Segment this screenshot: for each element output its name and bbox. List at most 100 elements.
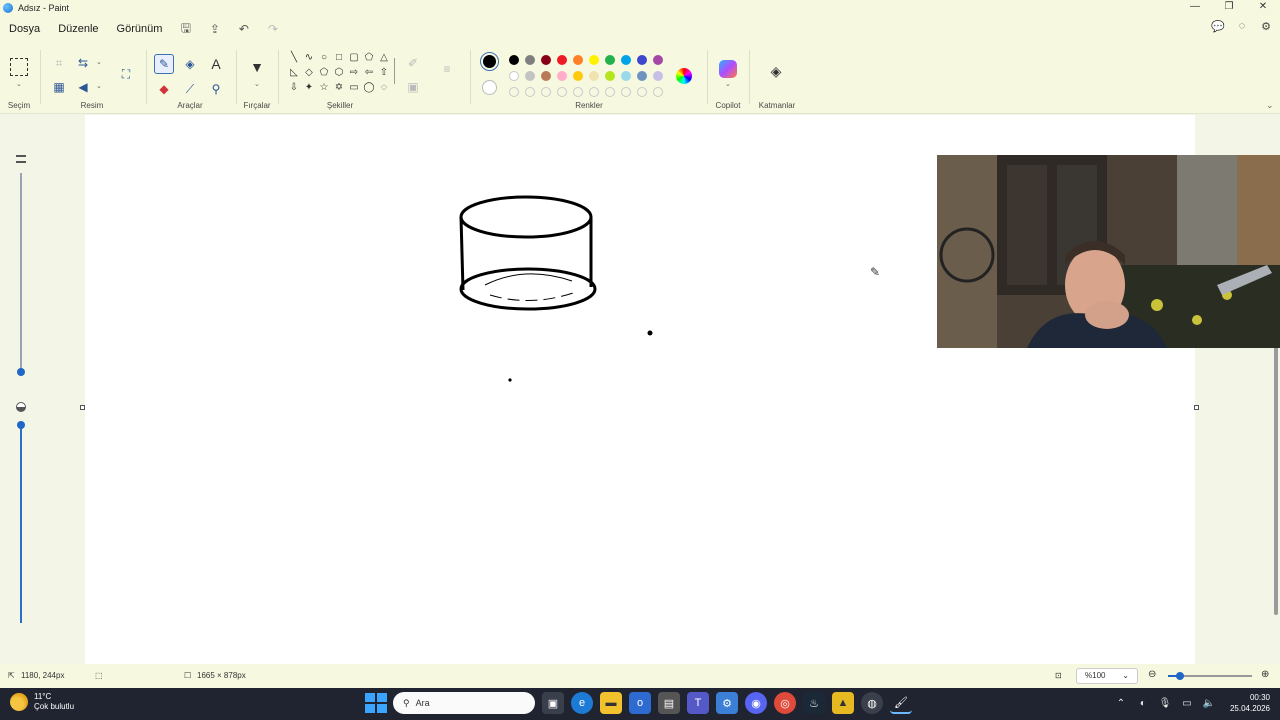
palette-swatch[interactable] bbox=[589, 71, 599, 81]
fill-bucket-icon[interactable]: ◈ bbox=[181, 55, 199, 73]
right-triangle-shape-icon[interactable]: ◺ bbox=[288, 67, 300, 79]
text-tool-icon[interactable]: A bbox=[207, 55, 225, 73]
save-icon[interactable]: 🖫 bbox=[171, 19, 200, 40]
rectangle-shape-icon[interactable]: □ bbox=[333, 52, 345, 64]
canvas-resize-handle-right[interactable] bbox=[1194, 405, 1199, 410]
palette-swatch[interactable] bbox=[653, 55, 663, 65]
primary-color-button[interactable] bbox=[480, 52, 499, 71]
account-icon[interactable]: ◌ bbox=[1234, 20, 1250, 36]
paint-taskbar-icon[interactable]: 🖌 bbox=[890, 692, 912, 714]
diamond-shape-icon[interactable]: ◇ bbox=[303, 67, 315, 79]
rounded-rectangle-shape-icon[interactable]: ▢ bbox=[348, 52, 360, 64]
resize-icon[interactable]: ⇆ bbox=[74, 54, 92, 72]
custom-color-slot[interactable] bbox=[589, 87, 599, 97]
volume-icon[interactable]: 🔈 bbox=[1202, 698, 1216, 709]
pentagon-shape-icon[interactable]: ⬠ bbox=[318, 67, 330, 79]
left-arrow-shape-icon[interactable]: ⇦ bbox=[363, 67, 375, 79]
stroke-size-knob[interactable] bbox=[17, 368, 25, 376]
four-point-star-shape-icon[interactable]: ✦ bbox=[303, 82, 315, 94]
tray-app-icon[interactable]: ◐ bbox=[1136, 698, 1150, 709]
taskbar-search[interactable]: ⚲ Ara bbox=[393, 692, 535, 714]
palette-swatch[interactable] bbox=[653, 71, 663, 81]
redo-icon[interactable]: ↷ bbox=[258, 22, 287, 36]
oval-shape-icon[interactable]: ○ bbox=[318, 52, 330, 64]
opacity-track[interactable] bbox=[20, 425, 22, 623]
task-view-icon[interactable]: ▣ bbox=[542, 692, 564, 714]
fit-to-window-icon[interactable]: ⊡ bbox=[1055, 671, 1062, 680]
taskbar-clock[interactable]: 00:30 25.04.2026 bbox=[1230, 692, 1270, 714]
close-button[interactable]: ✕ bbox=[1246, 0, 1280, 16]
edit-colors-icon[interactable] bbox=[676, 68, 692, 84]
custom-color-slot[interactable] bbox=[605, 87, 615, 97]
copilot-icon[interactable] bbox=[719, 60, 737, 78]
palette-swatch[interactable] bbox=[621, 55, 631, 65]
palette-swatch[interactable] bbox=[637, 71, 647, 81]
edge-browser-icon[interactable]: e bbox=[571, 692, 593, 714]
palette-swatch[interactable] bbox=[509, 55, 519, 65]
settings-app-icon[interactable]: ⚙ bbox=[716, 692, 738, 714]
menu-file[interactable]: Dosya bbox=[0, 23, 49, 35]
image-background-icon[interactable]: ⛶ bbox=[116, 64, 136, 84]
start-button[interactable] bbox=[364, 692, 387, 714]
up-arrow-shape-icon[interactable]: ⇧ bbox=[378, 67, 390, 79]
canvas-resize-handle-left[interactable] bbox=[80, 405, 85, 410]
palette-swatch[interactable] bbox=[605, 55, 615, 65]
custom-color-slot[interactable] bbox=[509, 87, 519, 97]
discord-icon[interactable]: ◉ bbox=[745, 692, 767, 714]
palette-swatch[interactable] bbox=[557, 71, 567, 81]
warning-app-icon[interactable]: ▲ bbox=[832, 692, 854, 714]
palette-swatch[interactable] bbox=[509, 71, 519, 81]
palette-swatch[interactable] bbox=[541, 55, 551, 65]
polygon-shape-icon[interactable]: ⬠ bbox=[363, 52, 375, 64]
right-arrow-shape-icon[interactable]: ⇨ bbox=[348, 67, 360, 79]
palette-swatch[interactable] bbox=[573, 55, 583, 65]
microphone-icon[interactable]: 🎙 bbox=[1158, 698, 1172, 709]
palette-swatch[interactable] bbox=[589, 55, 599, 65]
callout-cloud-shape-icon[interactable]: ◌ bbox=[378, 82, 390, 94]
chrome-icon[interactable]: ◎ bbox=[774, 692, 796, 714]
outlook-icon[interactable]: o bbox=[629, 692, 651, 714]
tray-overflow-chevron-icon[interactable]: ⌃ bbox=[1114, 698, 1128, 709]
palette-swatch[interactable] bbox=[605, 71, 615, 81]
custom-color-slot[interactable] bbox=[557, 87, 567, 97]
callout-rect-shape-icon[interactable]: ▭ bbox=[348, 82, 360, 94]
ribbon-collapse-chevron-icon[interactable]: ⌄ bbox=[1266, 100, 1274, 111]
obs-icon[interactable]: ◍ bbox=[861, 692, 883, 714]
maximize-button[interactable]: ❐ bbox=[1212, 0, 1246, 16]
brush-icon[interactable]: ▼ bbox=[248, 58, 266, 76]
callout-oval-shape-icon[interactable]: ◯ bbox=[363, 82, 375, 94]
custom-color-slot[interactable] bbox=[621, 87, 631, 97]
magnifier-icon[interactable]: ⚲ bbox=[207, 80, 225, 98]
hexagon-shape-icon[interactable]: ⬡ bbox=[333, 67, 345, 79]
rotate-icon[interactable]: ▦ bbox=[50, 78, 68, 96]
flip-icon[interactable]: ◀ bbox=[74, 78, 92, 96]
steam-icon[interactable]: ♨ bbox=[803, 692, 825, 714]
custom-color-slot[interactable] bbox=[525, 87, 535, 97]
custom-color-slot[interactable] bbox=[637, 87, 647, 97]
palette-swatch[interactable] bbox=[621, 71, 631, 81]
settings-gear-icon[interactable]: ⚙ bbox=[1258, 20, 1274, 36]
palette-swatch[interactable] bbox=[557, 55, 567, 65]
opacity-knob[interactable] bbox=[17, 421, 25, 429]
minimize-button[interactable]: — bbox=[1178, 0, 1212, 16]
menu-edit[interactable]: Düzenle bbox=[49, 23, 107, 35]
store-icon[interactable]: ▤ bbox=[658, 692, 680, 714]
feedback-icon[interactable]: 💬 bbox=[1210, 20, 1226, 36]
down-arrow-shape-icon[interactable]: ⇩ bbox=[288, 82, 300, 94]
secondary-color-button[interactable] bbox=[482, 80, 497, 95]
file-explorer-icon[interactable]: ▬ bbox=[600, 692, 622, 714]
weather-widget[interactable]: 11°C Çok bulutlu bbox=[10, 692, 74, 712]
curve-shape-icon[interactable]: ∿ bbox=[303, 52, 315, 64]
pencil-icon[interactable]: ✎ bbox=[154, 54, 174, 74]
menu-view[interactable]: Görünüm bbox=[108, 23, 172, 35]
palette-swatch[interactable] bbox=[637, 55, 647, 65]
undo-icon[interactable]: ↶ bbox=[229, 22, 258, 36]
eraser-icon[interactable]: ◆ bbox=[155, 80, 173, 98]
shape-fill-icon[interactable]: ▣ bbox=[404, 78, 422, 96]
share-icon[interactable]: ⇪ bbox=[200, 22, 229, 36]
palette-swatch[interactable] bbox=[573, 71, 583, 81]
custom-color-slot[interactable] bbox=[653, 87, 663, 97]
palette-swatch[interactable] bbox=[525, 55, 535, 65]
palette-swatch[interactable] bbox=[525, 71, 535, 81]
zoom-level-select[interactable]: %100 ⌄ bbox=[1076, 668, 1138, 684]
